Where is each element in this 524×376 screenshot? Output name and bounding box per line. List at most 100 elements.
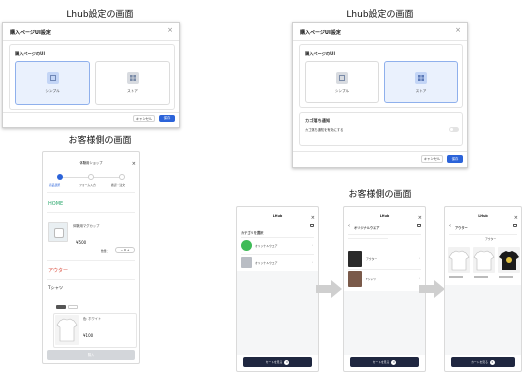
- cart-abandon-toggle[interactable]: [449, 127, 459, 132]
- content-area: [445, 285, 521, 355]
- right-settings-modal: 購入ページUI設定 × 購入ページのUI シンプル ストア カゴ落ち通知 カゴ落…: [292, 22, 468, 168]
- product-name: 体験用マグカップ: [73, 224, 100, 228]
- product-caption: [474, 276, 488, 278]
- divider: [293, 40, 467, 41]
- right-settings-title: Lhub設定の画面: [346, 10, 414, 20]
- cancel-button[interactable]: キャンセル: [133, 115, 155, 122]
- product-thumb: [498, 247, 520, 273]
- brand-logo: LHub: [379, 214, 390, 218]
- product-caption: [449, 276, 463, 278]
- category-item[interactable]: オリジナルウエア: [255, 244, 277, 248]
- flow-arrow-icon: [316, 280, 342, 298]
- category-item[interactable]: オリジナルウエア: [255, 261, 277, 265]
- divider: [47, 192, 135, 193]
- back-icon[interactable]: ‹: [348, 223, 350, 229]
- qty-stepper[interactable]: − 0 +: [115, 247, 135, 253]
- divider: [47, 260, 135, 261]
- divider: [449, 234, 517, 235]
- cart-icon[interactable]: [417, 224, 421, 227]
- close-icon[interactable]: ×: [132, 161, 136, 167]
- close-icon[interactable]: ×: [311, 215, 315, 221]
- section-label: 購入ページのUI: [305, 51, 336, 56]
- view-cart-button[interactable]: カートを見る 0: [451, 357, 515, 367]
- cart-label: カートを見る: [372, 360, 390, 364]
- close-icon[interactable]: ×: [455, 27, 461, 34]
- view-cart-button[interactable]: カートを見る 0: [243, 357, 312, 367]
- step-dot: [88, 174, 94, 180]
- toggle-section-label: カゴ落ち通知: [305, 118, 331, 123]
- product-caption: [499, 276, 513, 278]
- step-dot-active: [57, 174, 63, 180]
- save-button[interactable]: 保存: [447, 155, 463, 163]
- category-thumb: [348, 251, 362, 267]
- qty-label: 数量：: [101, 249, 110, 253]
- view-cart-button[interactable]: カートを見る 0: [350, 357, 419, 367]
- category-thumb: [241, 240, 252, 251]
- divider: [3, 112, 179, 113]
- close-icon[interactable]: ×: [418, 215, 422, 221]
- square-icon: [46, 72, 59, 84]
- close-icon[interactable]: ×: [167, 27, 173, 34]
- category-home[interactable]: HOME: [48, 201, 63, 207]
- tab-all[interactable]: [348, 238, 388, 239]
- option-title: シンプル: [45, 89, 60, 93]
- option-store[interactable]: ストア: [384, 61, 458, 103]
- left-settings-modal: 購入ページUI設定 × 購入ページのUI シンプル ストア キャンセル 保存: [2, 22, 180, 128]
- save-button[interactable]: 保存: [159, 115, 175, 122]
- minus-icon[interactable]: −: [121, 248, 124, 252]
- plus-icon[interactable]: +: [127, 248, 130, 252]
- cancel-button[interactable]: キャンセル: [421, 155, 443, 163]
- left-settings-title: Lhub設定の画面: [66, 10, 134, 20]
- color-chip[interactable]: [68, 305, 78, 309]
- cart-count: 0: [489, 359, 495, 365]
- brand-logo: LHub: [478, 214, 488, 218]
- chevron-right-icon: ›: [311, 260, 313, 264]
- square-icon: [336, 72, 348, 84]
- option-title: シンプル: [334, 89, 350, 93]
- mug-image: [48, 222, 68, 242]
- color-chip[interactable]: [56, 305, 66, 309]
- category-tshirt[interactable]: Tシャツ: [48, 285, 63, 291]
- store-phone-categories: LHub × カテゴリを選択 オリジナルウエア › オリジナルウエア › カート…: [236, 206, 319, 372]
- product-thumb: [473, 247, 495, 273]
- left-customer-title: お客様側の画面: [68, 136, 132, 146]
- step-label: フォーム入力: [79, 183, 96, 187]
- close-icon[interactable]: ×: [514, 215, 518, 221]
- category-thumb: [241, 257, 252, 268]
- divider: [348, 234, 421, 235]
- product-color: 色: ホワイト: [83, 317, 102, 321]
- cart-label: カートを見る: [265, 360, 283, 364]
- cart-icon[interactable]: [310, 224, 314, 227]
- step-dot: [119, 174, 125, 180]
- product-thumb: [448, 247, 470, 273]
- cart-icon[interactable]: [513, 224, 517, 227]
- chevron-right-icon: ›: [418, 256, 420, 260]
- category-outer[interactable]: アウター: [48, 267, 68, 274]
- category-thumb: [348, 271, 362, 287]
- chevron-right-icon: ›: [311, 243, 313, 247]
- section-label: 購入ページのUI: [15, 51, 46, 56]
- option-simple[interactable]: シンプル: [305, 61, 379, 103]
- category-item[interactable]: Tシャツ: [366, 277, 376, 281]
- section-label: アウター: [455, 226, 468, 230]
- option-simple[interactable]: シンプル: [15, 61, 90, 105]
- content-area: [344, 291, 425, 355]
- brand-logo: LHub: [272, 214, 283, 218]
- shop-name: 体験用ショップ: [79, 161, 103, 165]
- store-phone-products: LHub × ‹ アウター アウター カートを見る 0: [444, 206, 522, 372]
- modal-title: 購入ページUI設定: [10, 30, 51, 36]
- tab-outer[interactable]: アウター: [485, 237, 496, 241]
- divider: [47, 212, 135, 213]
- divider: [3, 40, 179, 41]
- store-phone-subcategories: LHub × ‹ オリジナルウエア アウター › Tシャツ › カートを見る 0: [343, 206, 426, 372]
- store-grid-icon: [415, 72, 427, 84]
- content-area: [237, 271, 318, 355]
- store-grid-icon: [126, 72, 139, 84]
- step-label: 商品選択: [49, 183, 61, 187]
- next-button[interactable]: 購入: [47, 350, 135, 360]
- back-icon[interactable]: ‹: [449, 223, 451, 229]
- option-store[interactable]: ストア: [95, 61, 170, 105]
- product-price: ¥100: [83, 333, 94, 338]
- section-label: オリジナルウエア: [354, 226, 380, 230]
- category-item[interactable]: アウター: [366, 257, 377, 261]
